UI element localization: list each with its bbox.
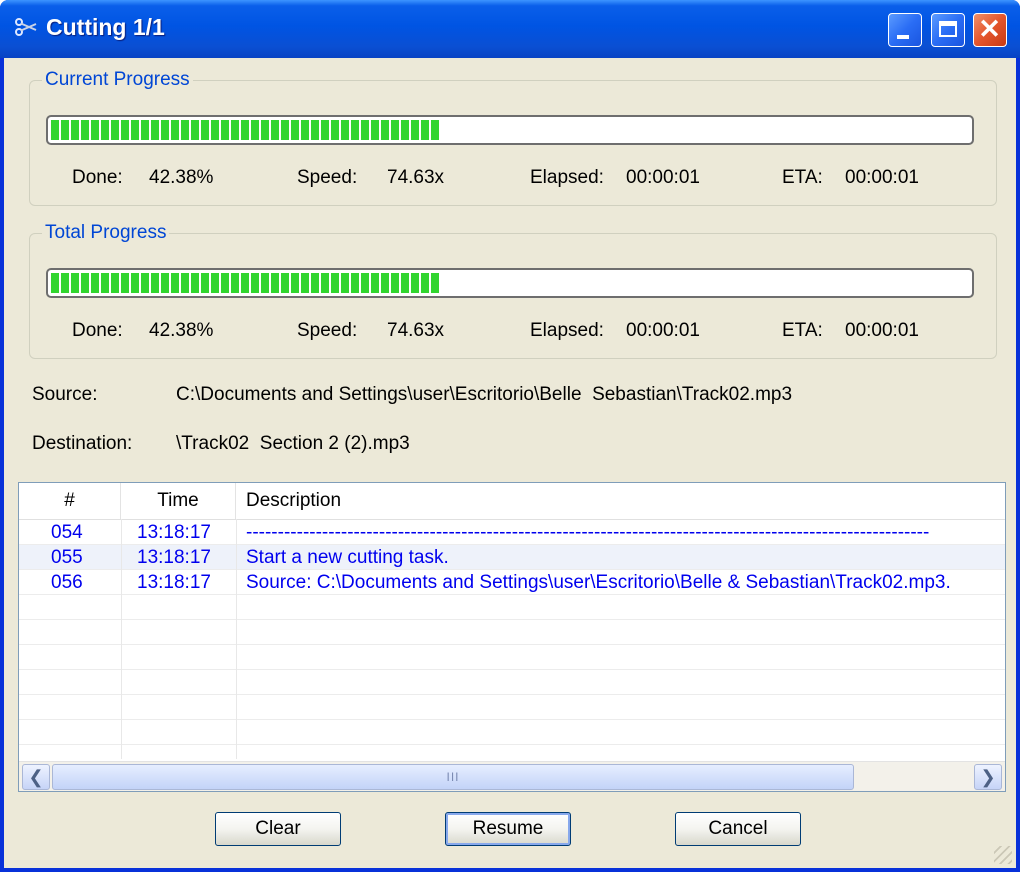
scroll-thumb[interactable]: III — [52, 764, 854, 790]
current-eta-value: 00:00:01 — [845, 167, 919, 188]
current-progress-fill — [51, 120, 441, 140]
chevron-right-icon: ❯ — [980, 767, 996, 787]
total-speed-label: Speed: — [297, 320, 358, 341]
close-button[interactable]: ✕ — [973, 13, 1007, 47]
total-elapsed-label: Elapsed: — [530, 320, 604, 341]
current-speed-value: 74.63x — [387, 167, 445, 188]
minimize-button[interactable] — [888, 13, 922, 47]
source-path: C:\Documents and Settings\user\Escritori… — [176, 384, 793, 405]
log-row[interactable]: 056 13:18:17 Source: C:\Documents and Se… — [19, 570, 1005, 595]
total-eta-label: ETA: — [782, 320, 823, 341]
empty-row — [19, 695, 1005, 720]
total-speed-value: 74.63x — [387, 320, 445, 341]
log-row-description: ----------------------------------------… — [246, 522, 930, 543]
total-progress-group: Total Progress Done: 42.38% Speed: 74.63… — [29, 222, 997, 359]
total-done-value: 42.38% — [149, 320, 214, 341]
log-row[interactable]: 055 13:18:17 Start a new cutting task. — [19, 545, 1005, 570]
cutting-window: Cutting 1/1 ✕ Current Progress Done: 42.… — [0, 0, 1020, 872]
scroll-thumb-grip: III — [446, 770, 460, 784]
log-header: # Time Description — [19, 483, 1005, 520]
column-divider — [236, 519, 237, 759]
chevron-left-icon: ❮ — [28, 767, 44, 787]
column-header-number[interactable]: # — [19, 483, 121, 519]
scissors-icon — [15, 18, 37, 36]
window-title: Cutting 1/1 — [46, 14, 165, 40]
total-elapsed-value: 00:00:01 — [626, 320, 700, 341]
log-row-number: 054 — [51, 522, 83, 543]
total-progress-label: Total Progress — [42, 222, 170, 244]
log-row-time: 13:18:17 — [137, 522, 211, 543]
scroll-right-button[interactable]: ❯ — [974, 764, 1002, 790]
close-icon: ✕ — [978, 14, 1001, 44]
current-progress-label: Current Progress — [42, 69, 193, 91]
empty-row — [19, 670, 1005, 695]
log-row-time: 13:18:17 — [137, 547, 211, 568]
log-row[interactable]: 054 13:18:17 ---------------------------… — [19, 520, 1005, 545]
current-speed-label: Speed: — [297, 167, 358, 188]
title-bar[interactable]: Cutting 1/1 ✕ — [0, 0, 1020, 58]
log-row-number: 056 — [51, 572, 83, 593]
log-row-description: Source: C:\Documents and Settings\user\E… — [246, 572, 951, 593]
current-done-value: 42.38% — [149, 167, 214, 188]
log-row-description: Start a new cutting task. — [246, 547, 449, 568]
cancel-button[interactable]: Cancel — [675, 812, 801, 846]
dialog-body: Current Progress Done: 42.38% Speed: 74.… — [4, 58, 1016, 868]
horizontal-scrollbar[interactable]: ❮ III ❯ — [19, 761, 1005, 791]
total-eta-value: 00:00:01 — [845, 320, 919, 341]
current-elapsed-value: 00:00:01 — [626, 167, 700, 188]
empty-row — [19, 595, 1005, 620]
minimize-icon — [897, 35, 909, 39]
maximize-button[interactable] — [931, 13, 965, 47]
resize-grip[interactable] — [994, 846, 1012, 864]
destination-path: \Track02 Section 2 (2).mp3 — [176, 433, 410, 454]
column-header-time[interactable]: Time — [121, 483, 236, 519]
log-row-time: 13:18:17 — [137, 572, 211, 593]
clear-button[interactable]: Clear — [215, 812, 341, 846]
current-done-label: Done: — [72, 167, 123, 188]
column-header-description[interactable]: Description — [236, 483, 1005, 519]
source-label: Source: — [32, 384, 98, 405]
empty-row — [19, 620, 1005, 645]
destination-label: Destination: — [32, 433, 133, 454]
scroll-left-button[interactable]: ❮ — [22, 764, 50, 790]
column-divider — [121, 519, 122, 759]
current-elapsed-label: Elapsed: — [530, 167, 604, 188]
current-eta-label: ETA: — [782, 167, 823, 188]
empty-row — [19, 645, 1005, 670]
resume-button[interactable]: Resume — [445, 812, 571, 846]
current-progress-bar — [46, 115, 974, 145]
total-progress-fill — [51, 273, 441, 293]
total-progress-bar — [46, 268, 974, 298]
total-done-label: Done: — [72, 320, 123, 341]
maximize-icon — [939, 21, 957, 37]
empty-row — [19, 720, 1005, 745]
current-progress-group: Current Progress Done: 42.38% Speed: 74.… — [29, 69, 997, 206]
log-list[interactable]: # Time Description 054 13:18:17 --------… — [18, 482, 1006, 792]
log-row-number: 055 — [51, 547, 83, 568]
